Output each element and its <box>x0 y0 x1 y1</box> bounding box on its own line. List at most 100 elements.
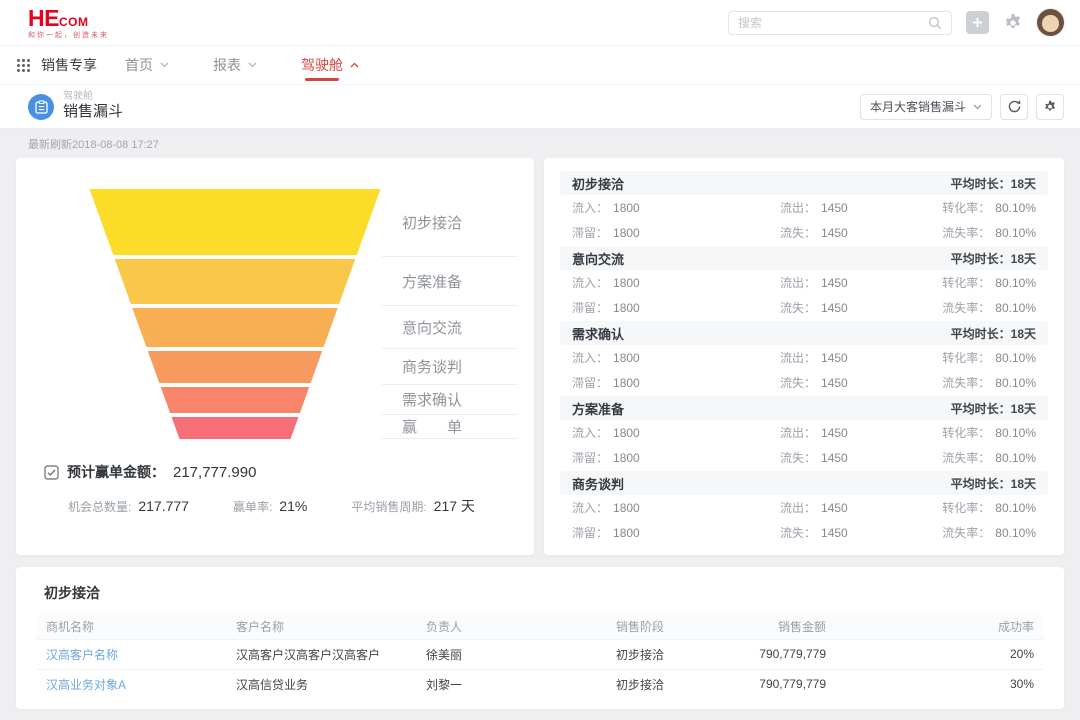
stage-stat: 流入：1800 <box>572 495 780 520</box>
stage-panel-header: 需求确认 平均时长：18天 <box>560 321 1048 345</box>
stage-stat: 流失：1450 <box>780 220 942 245</box>
table-row[interactable]: 汉高业务对象A汉高信贷业务刘黎一初步接洽790,779,77930% <box>36 669 1044 699</box>
panel-title: 商务谈判 <box>572 474 624 493</box>
stage-stat: 转化率：80.10% <box>942 345 1036 370</box>
nav-item-home[interactable]: 首页 <box>125 46 169 84</box>
stage-stat: 滞留：1800 <box>572 445 780 470</box>
main-content: 最新刷新2018-08-08 17:27 初步接洽方案准备意向交流商务谈判需求确… <box>0 128 1080 709</box>
funnel-segment[interactable] <box>90 189 381 255</box>
settings-button[interactable] <box>1003 13 1023 33</box>
table-cell: 汉高信贷业务 <box>226 669 416 699</box>
funnel-chart: 初步接洽方案准备意向交流商务谈判需求确认赢 单 <box>16 158 534 458</box>
stage-panel-header: 方案准备 平均时长：18天 <box>560 396 1048 420</box>
panel-duration: 平均时长：18天 <box>951 400 1036 417</box>
panel-title: 方案准备 <box>572 399 624 418</box>
page-header: 驾驶舱 销售漏斗 本月大客销售漏斗 <box>0 84 1080 128</box>
funnel-segment[interactable] <box>172 417 299 439</box>
expected-amount-label: 预计赢单金额： <box>67 462 165 482</box>
create-button[interactable] <box>966 11 989 34</box>
workspace-title: 销售专享 <box>41 55 97 75</box>
last-refresh-note: 最新刷新2018-08-08 17:27 <box>16 128 1064 158</box>
stage-stat: 流失：1450 <box>780 445 942 470</box>
stage-stat: 流入：1800 <box>572 420 780 445</box>
panel-stats: 流入：1800流出：1450转化率：80.10%滞留：1800流失：1450流失… <box>560 270 1048 320</box>
brand-tagline: 和你一起，创造未来 <box>28 32 109 39</box>
table-head-row: 商机名称客户名称负责人销售阶段销售金额成功率 <box>36 615 1044 639</box>
stage-panel-header: 初步接洽 平均时长：18天 <box>560 171 1048 195</box>
chevron-up-icon <box>350 62 359 68</box>
table-cell: 初步接洽 <box>606 639 746 669</box>
opportunity-link[interactable]: 汉高业务对象A <box>36 669 226 699</box>
opportunity-table: 商机名称客户名称负责人销售阶段销售金额成功率 汉高客户名称汉高客户汉高客户汉高客… <box>36 615 1044 699</box>
nav-item-label: 驾驶舱 <box>301 55 343 75</box>
plus-icon <box>972 17 983 28</box>
table-cell: 790,779,779 <box>746 639 836 669</box>
opportunity-link[interactable]: 汉高客户名称 <box>36 639 226 669</box>
stage-stat: 转化率：80.10% <box>942 270 1036 295</box>
panel-duration: 平均时长：18天 <box>951 325 1036 342</box>
stage-stat: 滞留：1800 <box>572 520 780 545</box>
table-column-header: 商机名称 <box>36 615 226 639</box>
panel-title: 需求确认 <box>572 324 624 343</box>
nav-item-cockpit[interactable]: 驾驶舱 <box>301 46 359 84</box>
search-icon <box>928 16 942 30</box>
stage-stat: 滞留：1800 <box>572 370 780 395</box>
panel-duration: 平均时长：18天 <box>951 175 1036 192</box>
stage-stat: 流出：1450 <box>780 345 942 370</box>
table-cell: 30% <box>836 669 1044 699</box>
nav-item-reports[interactable]: 报表 <box>213 46 257 84</box>
table-body: 汉高客户名称汉高客户汉高客户汉高客户徐美丽初步接洽790,779,77920%汉… <box>36 639 1044 699</box>
stage-stat: 滞留：1800 <box>572 295 780 320</box>
opportunity-table-card: 初步接洽 商机名称客户名称负责人销售阶段销售金额成功率 汉高客户名称汉高客户汉高… <box>16 567 1064 709</box>
stage-stat: 流失率：80.10% <box>942 445 1036 470</box>
stage-stat: 流失：1450 <box>780 295 942 320</box>
table-row[interactable]: 汉高客户名称汉高客户汉高客户汉高客户徐美丽初步接洽790,779,77920% <box>36 639 1044 669</box>
stage-stat: 转化率：80.10% <box>942 420 1036 445</box>
stage-stat: 流失：1450 <box>780 370 942 395</box>
user-avatar[interactable] <box>1037 9 1064 36</box>
table-cell: 刘黎一 <box>416 669 606 699</box>
stage-stat: 流失率：80.10% <box>942 295 1036 320</box>
table-column-header: 销售金额 <box>746 615 836 639</box>
table-column-header: 销售阶段 <box>606 615 746 639</box>
top-bar: HECOM 和你一起，创造未来 <box>0 0 1080 46</box>
table-column-header: 负责人 <box>416 615 606 639</box>
funnel-filter-select[interactable]: 本月大客销售漏斗 <box>860 94 992 120</box>
panel-title: 意向交流 <box>572 249 624 268</box>
search-input[interactable] <box>738 16 928 30</box>
funnel-card: 初步接洽方案准备意向交流商务谈判需求确认赢 单 预计赢单金额： 217,777.… <box>16 158 534 555</box>
stat-win-rate: 赢单率: 21% <box>233 498 307 515</box>
stage-panel-header: 意向交流 平均时长：18天 <box>560 246 1048 270</box>
panel-stats: 流入：1800流出：1450转化率：80.10%滞留：1800流失：1450流失… <box>560 195 1048 245</box>
logo-text: HE <box>28 5 59 31</box>
funnel-stage-label: 需求确认 <box>382 385 518 415</box>
funnel-segment[interactable] <box>132 308 337 347</box>
panel-stats: 流入：1800流出：1450转化率：80.10%滞留：1800流失：1450流失… <box>560 420 1048 470</box>
checkbox-icon[interactable] <box>44 465 59 480</box>
stat-opportunity-count: 机会总数量: 217.777 <box>68 498 189 515</box>
chevron-down-icon <box>248 62 257 68</box>
dashboard-settings-button[interactable] <box>1036 94 1064 120</box>
funnel-segment[interactable] <box>161 387 309 413</box>
funnel-segment[interactable] <box>148 351 322 383</box>
refresh-button[interactable] <box>1000 94 1028 120</box>
app-grid-icon[interactable] <box>16 58 31 73</box>
nav-item-label: 首页 <box>125 55 153 75</box>
funnel-stage-label: 赢 单 <box>382 415 518 439</box>
table-cell: 初步接洽 <box>606 669 746 699</box>
stage-stat: 流入：1800 <box>572 195 780 220</box>
stage-stat: 流入：1800 <box>572 345 780 370</box>
stage-stat: 流失：1450 <box>780 520 942 545</box>
stage-panel-header: 商务谈判 平均时长：18天 <box>560 471 1048 495</box>
chevron-down-icon <box>973 104 982 110</box>
chevron-down-icon <box>160 62 169 68</box>
stage-panel: 初步接洽 平均时长：18天 流入：1800流出：1450转化率：80.10%滞留… <box>560 171 1048 245</box>
panel-duration: 平均时长：18天 <box>951 250 1036 267</box>
funnel-stage-label: 商务谈判 <box>382 349 518 385</box>
gear-icon <box>1003 13 1023 33</box>
stage-panel: 方案准备 平均时长：18天 流入：1800流出：1450转化率：80.10%滞留… <box>560 396 1048 470</box>
funnel-segment[interactable] <box>115 259 356 304</box>
table-cell: 790,779,779 <box>746 669 836 699</box>
search-box[interactable] <box>728 11 952 35</box>
table-cell: 汉高客户汉高客户汉高客户 <box>226 639 416 669</box>
